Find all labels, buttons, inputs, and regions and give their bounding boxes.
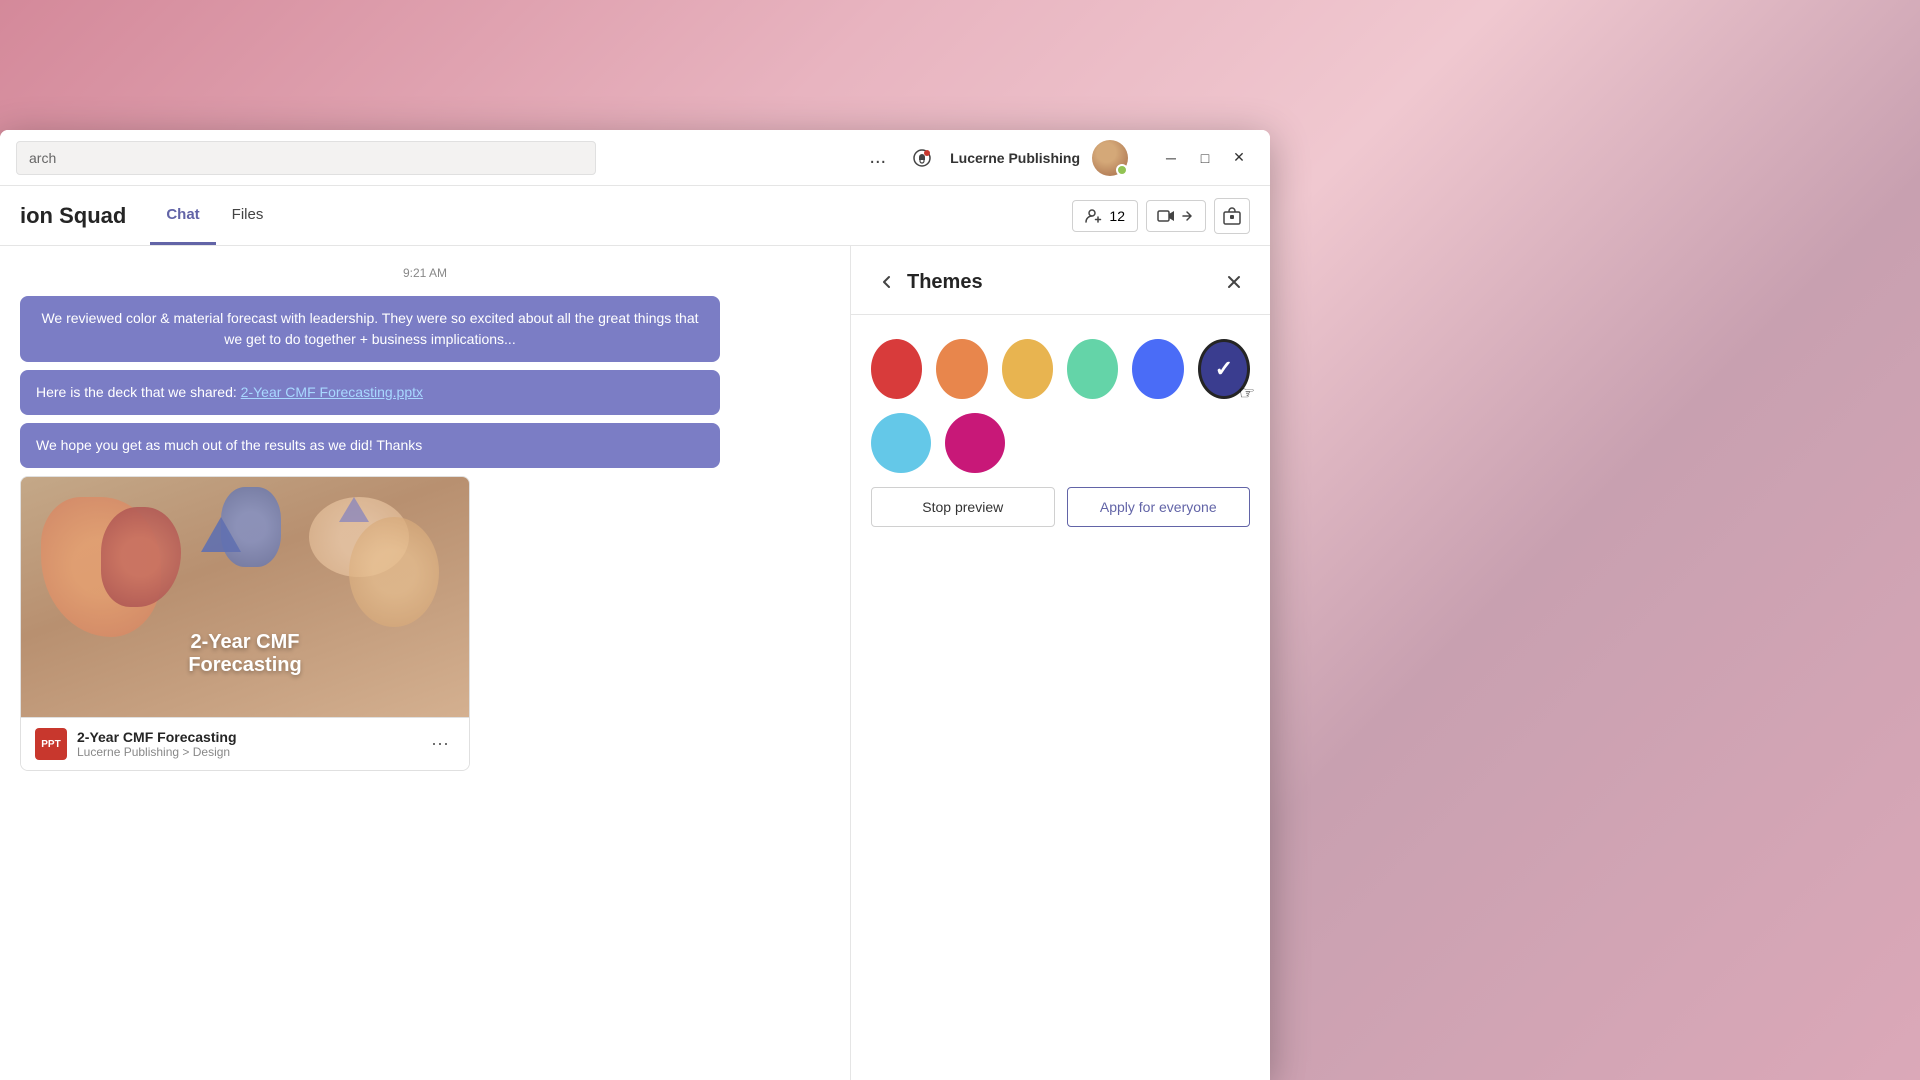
messages-container[interactable]: 9:21 AM We reviewed color & material for… [0,246,850,1080]
themes-title: Themes [907,271,1218,294]
more-options-button[interactable]: ... [861,142,894,173]
channel-tabs: Chat Files [150,186,279,245]
maximize-button[interactable]: □ [1190,143,1220,173]
file-name: 2-Year CMF Forecasting [77,729,415,745]
channel-actions: 12 [1072,198,1250,234]
file-more-button[interactable]: ⋯ [425,729,455,759]
file-info: 2-Year CMF Forecasting Lucerne Publishin… [77,729,415,759]
color-row-2 [871,413,1250,473]
swatch-orange[interactable] [936,339,987,399]
themes-buttons: Stop preview Apply for everyone [871,487,1250,527]
file-preview-image: 2-Year CMF Forecasting [21,477,469,717]
members-count: 12 [1109,208,1125,224]
window-controls: ─ □ ✕ [1156,143,1254,173]
themes-body: ✓ ☞ Stop preview Apply for everyone [851,315,1270,1080]
main-content: 9:21 AM We reviewed color & material for… [0,246,1270,1080]
message-2: Here is the deck that we shared: 2-Year … [20,370,720,415]
titlebar-right: ... Lucerne Publishing ─ □ ✕ [861,140,1254,176]
file-preview-title: 2-Year CMF Forecasting [188,631,301,677]
minimize-button[interactable]: ─ [1156,143,1186,173]
message-1: We reviewed color & material forecast wi… [20,296,720,362]
video-button[interactable] [1146,200,1206,232]
notifications-button[interactable] [906,142,938,174]
swatch-dark-blue[interactable]: ✓ ☞ [1198,339,1250,399]
file-footer: PPT 2-Year CMF Forecasting Lucerne Publi… [21,717,469,770]
org-name: Lucerne Publishing [950,150,1080,166]
color-row-1: ✓ ☞ [871,339,1250,399]
avatar[interactable] [1092,140,1128,176]
title-bar: arch ... Lucerne Publishing ─ □ [0,130,1270,186]
channel-name: ion Squad [20,203,126,229]
powerpoint-icon: PPT [35,728,67,760]
file-link[interactable]: 2-Year CMF Forecasting.pptx [241,384,423,400]
message-timestamp: 9:21 AM [20,266,830,280]
channel-header: ion Squad Chat Files 12 [0,186,1270,246]
members-button[interactable]: 12 [1072,200,1138,232]
file-path: Lucerne Publishing > Design [77,745,415,759]
swatch-magenta[interactable] [945,413,1005,473]
search-text: arch [29,150,56,166]
stop-preview-button[interactable]: Stop preview [871,487,1055,527]
swatch-blue[interactable] [1132,339,1183,399]
swatch-light-blue[interactable] [871,413,931,473]
message-3: We hope you get as much out of the resul… [20,423,720,468]
cursor-indicator: ☞ [1239,383,1255,404]
close-button[interactable]: ✕ [1224,143,1254,173]
file-card: 2-Year CMF Forecasting PPT 2-Year CMF Fo… [20,476,830,771]
tab-chat[interactable]: Chat [150,186,215,245]
swatch-mint[interactable] [1067,339,1118,399]
swatch-red[interactable] [871,339,922,399]
teams-window: arch ... Lucerne Publishing ─ □ [0,130,1270,1080]
themes-back-button[interactable] [871,266,903,298]
tab-files[interactable]: Files [216,186,280,245]
swatch-yellow-orange[interactable] [1002,339,1053,399]
themes-header: Themes [851,246,1270,315]
apply-for-everyone-button[interactable]: Apply for everyone [1067,487,1251,527]
titlebar-left: arch [16,141,861,175]
file-preview-card[interactable]: 2-Year CMF Forecasting PPT 2-Year CMF Fo… [20,476,470,771]
themes-panel: Themes ✓ ☞ [850,246,1270,1080]
selected-checkmark: ✓ [1215,356,1233,382]
themes-close-button[interactable] [1218,266,1250,298]
search-bar[interactable]: arch [16,141,596,175]
avatar-status [1116,164,1128,176]
share-button[interactable] [1214,198,1250,234]
chat-area: 9:21 AM We reviewed color & material for… [0,246,850,1080]
